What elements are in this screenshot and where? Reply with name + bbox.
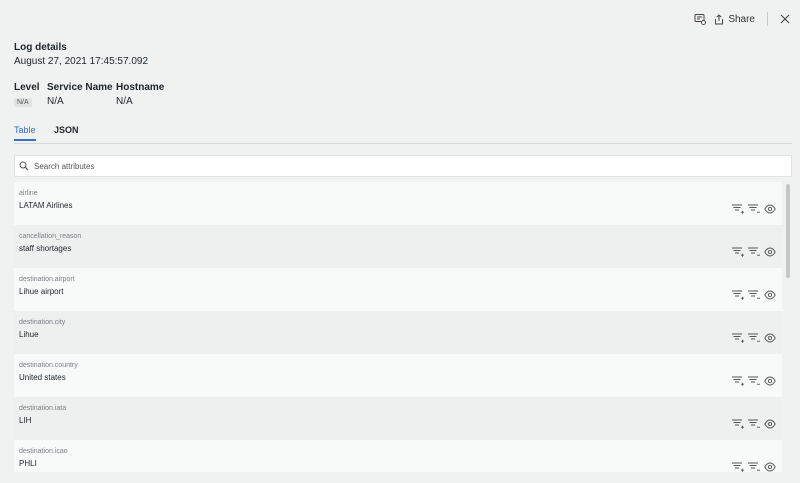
close-icon[interactable] xyxy=(780,14,790,24)
eye-icon[interactable] xyxy=(764,247,776,257)
attribute-key: destination.airport xyxy=(19,276,75,283)
view-tabs: Table JSON xyxy=(14,125,792,144)
attribute-actions xyxy=(732,204,776,214)
share-label: Share xyxy=(728,13,755,25)
feedback-icon[interactable] xyxy=(694,13,707,25)
eye-icon[interactable] xyxy=(764,419,776,429)
filter-out-value-icon[interactable] xyxy=(748,204,760,214)
eye-icon[interactable] xyxy=(764,290,776,300)
hostname-value: N/A xyxy=(116,96,133,107)
eye-icon[interactable] xyxy=(764,376,776,386)
attribute-key: destination.icao xyxy=(19,448,68,455)
share-icon xyxy=(715,13,724,24)
attribute-value: LATAM Airlines xyxy=(19,201,73,210)
filter-out-value-icon[interactable] xyxy=(748,419,760,429)
scrollbar-thumb[interactable] xyxy=(786,184,790,278)
scrollbar[interactable] xyxy=(784,182,792,472)
header-actions: Share xyxy=(694,10,790,28)
level-field: Level N/A xyxy=(14,82,40,107)
attribute-value: Lihue xyxy=(19,330,39,339)
filter-for-value-icon[interactable] xyxy=(732,204,744,214)
filter-for-value-icon[interactable] xyxy=(732,419,744,429)
attribute-value: United states xyxy=(19,373,66,382)
filter-out-value-icon[interactable] xyxy=(748,333,760,343)
filter-for-value-icon[interactable] xyxy=(732,376,744,386)
attribute-value: LIH xyxy=(19,416,32,425)
attribute-list: airline LATAM Airlines cancellation_reason… xyxy=(14,182,782,472)
eye-icon[interactable] xyxy=(764,204,776,214)
attribute-actions xyxy=(732,290,776,300)
service-name-field: Service Name N/A xyxy=(47,82,113,107)
filter-out-value-icon[interactable] xyxy=(748,376,760,386)
service-name-label: Service Name xyxy=(47,82,113,93)
attribute-value: Lihue airport xyxy=(19,287,64,296)
filter-for-value-icon[interactable] xyxy=(732,290,744,300)
search-bar xyxy=(14,155,792,177)
level-badge: N/A xyxy=(14,98,32,107)
attribute-actions xyxy=(732,419,776,429)
search-input[interactable] xyxy=(32,160,736,172)
attribute-key: destination.city xyxy=(19,319,66,326)
eye-icon[interactable] xyxy=(764,462,776,472)
tab-json[interactable]: JSON xyxy=(54,125,79,139)
log-timestamp: August 27, 2021 17:45:57.092 xyxy=(14,56,149,67)
divider xyxy=(767,12,768,26)
attribute-row: destination.airport Lihue airport xyxy=(14,268,782,311)
hostname-field: Hostname N/A xyxy=(116,82,164,107)
filter-out-value-icon[interactable] xyxy=(748,290,760,300)
attribute-actions xyxy=(732,247,776,257)
share-button[interactable]: Share xyxy=(714,14,755,25)
attribute-actions xyxy=(732,462,776,472)
eye-icon[interactable] xyxy=(764,333,776,343)
attribute-row: destination.city Lihue xyxy=(14,311,782,354)
hostname-label: Hostname xyxy=(116,82,165,93)
attribute-key: cancellation_reason xyxy=(19,233,82,240)
attribute-value: PHLI xyxy=(19,459,37,468)
service-name-value: N/A xyxy=(47,96,64,107)
filter-for-value-icon[interactable] xyxy=(732,333,744,343)
filter-out-value-icon[interactable] xyxy=(748,462,760,472)
tab-table[interactable]: Table xyxy=(14,125,36,141)
attribute-actions xyxy=(732,333,776,343)
attribute-key: destination.country xyxy=(19,362,78,369)
attribute-row: destination.iata LIH xyxy=(14,397,782,440)
level-label: Level xyxy=(14,82,40,93)
attribute-value: staff shortages xyxy=(19,244,72,253)
attribute-actions xyxy=(732,376,776,386)
attribute-row: cancellation_reasonstaff shortages xyxy=(14,225,782,268)
attribute-row: airline LATAM Airlines xyxy=(14,182,782,225)
attribute-row: destination.country United states xyxy=(14,354,782,397)
page-title: Log details xyxy=(14,42,67,53)
attribute-row: destination.icao PHLI xyxy=(14,440,782,472)
search-icon xyxy=(19,161,29,171)
attribute-key: destination.iata xyxy=(19,405,67,412)
filter-for-value-icon[interactable] xyxy=(732,247,744,257)
filter-for-value-icon[interactable] xyxy=(732,462,744,472)
filter-out-value-icon[interactable] xyxy=(748,247,760,257)
attribute-key: airline xyxy=(19,190,38,197)
